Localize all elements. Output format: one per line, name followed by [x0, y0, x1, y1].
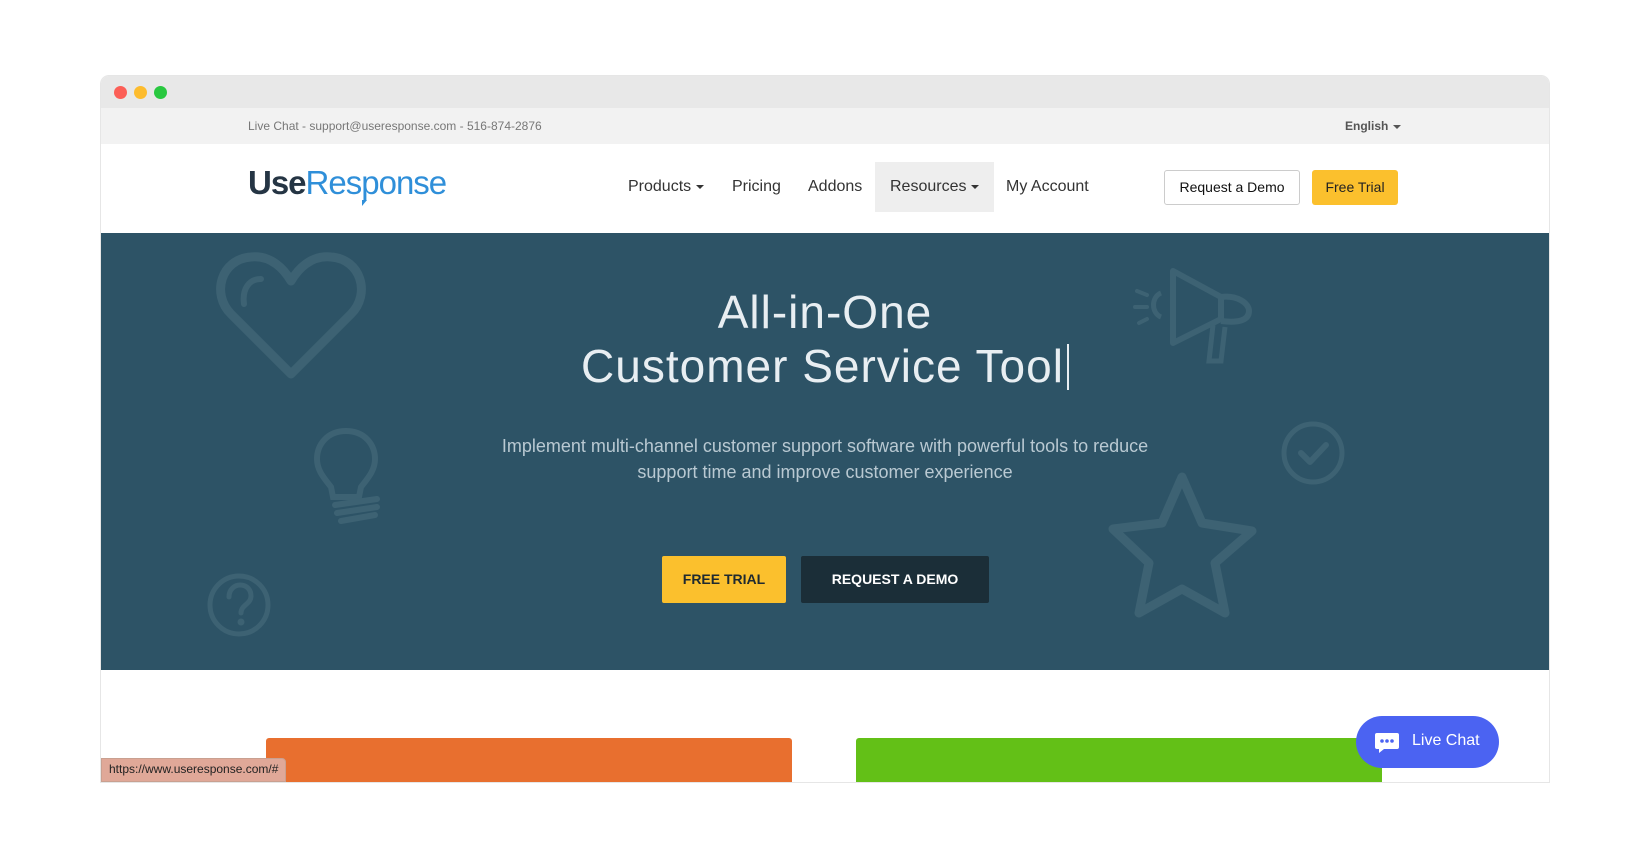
hero-section: All-in-One Customer Service Tool Impleme… — [101, 233, 1549, 670]
window-titlebar — [101, 76, 1549, 108]
feature-card-green[interactable] — [856, 738, 1382, 782]
chevron-down-icon — [1393, 124, 1402, 129]
live-chat-label: Live Chat — [1412, 732, 1480, 749]
status-bar-url: https://www.useresponse.com/# — [101, 758, 287, 782]
nav-products[interactable]: Products — [613, 162, 719, 212]
lightbulb-icon — [313, 427, 380, 524]
chevron-down-icon — [696, 184, 705, 189]
hero-subtitle: Implement multi-channel customer support… — [501, 436, 1149, 482]
nav-my-account-label: My Account — [1006, 178, 1089, 195]
contact-bar: Live Chat - support@useresponse.com - 51… — [101, 108, 1549, 144]
logo-text-response: Response — [305, 164, 448, 201]
nav-addons[interactable]: Addons — [793, 162, 877, 212]
check-circle-icon — [1281, 421, 1345, 485]
feature-card-orange[interactable] — [266, 738, 792, 782]
nav-products-label: Products — [628, 178, 692, 195]
maximize-window-button[interactable] — [154, 86, 167, 99]
nav-my-account[interactable]: My Account — [991, 162, 1104, 212]
close-window-button[interactable] — [114, 86, 127, 99]
language-selector[interactable]: English — [1345, 119, 1402, 133]
hero-title-line1: All-in-One — [717, 286, 933, 338]
nav-resources-label: Resources — [890, 178, 967, 195]
hero-free-trial-button[interactable]: FREE TRIAL — [662, 556, 786, 603]
hero-request-demo-button[interactable]: REQUEST A DEMO — [801, 556, 989, 603]
contact-info: Live Chat - support@useresponse.com - 51… — [248, 119, 542, 133]
page-viewport: Live Chat - support@useresponse.com - 51… — [101, 108, 1549, 782]
chevron-down-icon — [971, 184, 980, 189]
language-label: English — [1345, 119, 1389, 133]
live-chat-button[interactable]: Live Chat — [1356, 716, 1499, 768]
star-icon — [1108, 472, 1257, 618]
free-trial-button[interactable]: Free Trial — [1312, 170, 1398, 205]
hero-title-line2: Customer Service Tool — [581, 340, 1064, 392]
text-cursor — [1066, 344, 1069, 390]
browser-window: Live Chat - support@useresponse.com - 51… — [101, 76, 1549, 782]
chat-bubble-icon — [1375, 733, 1399, 753]
useresponse-logo[interactable]: UseResponse — [248, 164, 448, 214]
minimize-window-button[interactable] — [134, 86, 147, 99]
logo-text-use: Use — [248, 164, 307, 201]
nav-pricing[interactable]: Pricing — [717, 162, 796, 212]
request-demo-button[interactable]: Request a Demo — [1164, 170, 1300, 205]
nav-resources[interactable]: Resources — [875, 162, 995, 212]
logo-bubble-icon — [362, 200, 367, 206]
hero-title: All-in-One Customer Service Tool — [101, 285, 1549, 393]
nav-pricing-label: Pricing — [732, 178, 781, 195]
nav-addons-label: Addons — [808, 178, 863, 195]
question-icon — [207, 573, 271, 637]
main-navbar: UseResponse Products Pricing Addons Reso… — [101, 144, 1549, 233]
